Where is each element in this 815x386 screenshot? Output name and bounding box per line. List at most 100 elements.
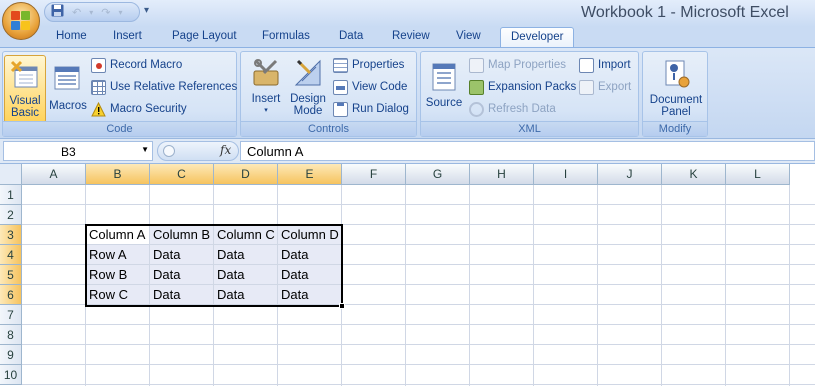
source-button[interactable]: Source — [424, 55, 464, 109]
row-header-1[interactable]: 1 — [0, 185, 22, 205]
gridline — [725, 185, 726, 386]
run-dialog-label: Run Dialog — [352, 103, 409, 115]
redo-dropdown-icon[interactable]: ▾ — [118, 8, 122, 17]
column-header-l[interactable]: L — [726, 164, 790, 185]
row-header-3[interactable]: 3 — [0, 225, 22, 245]
tab-insert[interactable]: Insert — [113, 30, 142, 48]
gridline — [469, 185, 470, 386]
column-header-d[interactable]: D — [214, 164, 278, 185]
expand-handle-icon[interactable] — [163, 145, 175, 157]
map-properties-button[interactable]: Map Properties — [469, 56, 566, 74]
row-header-5[interactable]: 5 — [0, 265, 22, 285]
row-header-10[interactable]: 10 — [0, 365, 22, 385]
use-relative-references-label: Use Relative References — [110, 81, 238, 93]
formula-controls: fx — [157, 141, 239, 161]
column-header-a[interactable]: A — [22, 164, 86, 185]
gridline — [22, 324, 815, 325]
redo-icon[interactable]: ↷ — [101, 6, 110, 19]
gridline — [661, 185, 662, 386]
expansion-packs-button[interactable]: Expansion Packs — [469, 78, 576, 96]
gridline — [597, 185, 598, 386]
tab-view[interactable]: View — [456, 30, 481, 48]
tab-data[interactable]: Data — [339, 30, 363, 48]
gridline — [22, 344, 815, 345]
undo-dropdown-icon[interactable]: ▾ — [89, 8, 93, 17]
column-header-g[interactable]: G — [406, 164, 470, 185]
row-header-8[interactable]: 8 — [0, 325, 22, 345]
export-label: Export — [598, 81, 632, 93]
column-header-c[interactable]: C — [150, 164, 214, 185]
save-icon[interactable] — [51, 4, 64, 20]
chevron-down-icon[interactable]: ▼ — [141, 145, 149, 154]
gridline — [533, 185, 534, 386]
tab-developer[interactable]: Developer — [500, 27, 575, 49]
macro-security-button[interactable]: Macro Security — [91, 100, 187, 118]
visual-basic-button[interactable]: Visual Basic — [4, 55, 46, 123]
tab-formulas[interactable]: Formulas — [262, 30, 310, 48]
macros-button[interactable]: Macros — [47, 55, 89, 112]
tab-page-layout[interactable]: Page Layout — [172, 30, 237, 48]
row-header-7[interactable]: 7 — [0, 305, 22, 325]
use-relative-references-button[interactable]: Use Relative References — [91, 78, 237, 96]
visual-basic-icon — [9, 59, 41, 91]
view-code-label: View Code — [352, 81, 408, 93]
row-header-2[interactable]: 2 — [0, 205, 22, 225]
code-group-label: Code — [3, 121, 236, 136]
column-header-b[interactable]: B — [86, 164, 150, 185]
modify-group: Document Panel Modify — [642, 51, 708, 137]
expansion-packs-label: Expansion Packs — [488, 81, 577, 93]
office-button[interactable] — [2, 2, 40, 40]
tab-review[interactable]: Review — [392, 30, 430, 48]
properties-button[interactable]: Properties — [333, 56, 404, 74]
controls-group: Insert ▾ Design Mode Properties View Cod… — [240, 51, 417, 137]
record-macro-button[interactable]: Record Macro — [91, 56, 182, 74]
undo-icon[interactable]: ↶ — [72, 6, 81, 19]
formula-bar: B3 ▼ fx Column A — [0, 139, 815, 164]
export-button[interactable]: Export — [579, 78, 631, 96]
column-header-f[interactable]: F — [342, 164, 406, 185]
import-button[interactable]: Import — [579, 56, 631, 74]
warning-icon — [91, 101, 106, 117]
office-logo-icon — [11, 11, 31, 31]
worksheet-grid[interactable]: A B C D E F G H I J K L 1 2 3 4 5 6 7 8 9 10 Column A Column BC… — [0, 164, 815, 386]
name-box[interactable]: B3 ▼ — [3, 141, 153, 161]
record-macro-label: Record Macro — [110, 59, 183, 71]
column-header-k[interactable]: K — [662, 164, 726, 185]
customize-qat-icon[interactable]: ▾ — [144, 5, 149, 16]
refresh-data-button[interactable]: Refresh Data — [469, 100, 556, 118]
tab-home[interactable]: Home — [56, 30, 87, 48]
ribbon: Visual Basic Macros Record Macro Use Rel… — [0, 47, 815, 139]
insert-control-button[interactable]: Insert ▾ — [245, 55, 287, 117]
quick-access-toolbar: ↶ ▾ ↷ ▾ — [44, 2, 140, 22]
design-mode-button[interactable]: Design Mode — [288, 55, 328, 117]
row-header-6[interactable]: 6 — [0, 285, 22, 305]
formula-input[interactable]: Column A — [240, 141, 815, 161]
design-mode-icon — [292, 57, 324, 89]
column-header-i[interactable]: I — [534, 164, 598, 185]
selection-border — [85, 224, 343, 307]
column-header-j[interactable]: J — [598, 164, 662, 185]
column-header-e[interactable]: E — [278, 164, 342, 185]
xml-source-icon — [428, 61, 460, 93]
properties-icon — [333, 57, 348, 73]
row-header-9[interactable]: 9 — [0, 345, 22, 365]
relative-references-icon — [91, 79, 106, 95]
name-box-value: B3 — [61, 145, 76, 159]
map-properties-icon — [469, 57, 484, 73]
xml-group-label: XML — [421, 121, 638, 136]
title-bar: ↶ ▾ ↷ ▾ ▾ Workbook 1 - Microsoft Excel — [0, 0, 815, 27]
refresh-icon — [469, 101, 484, 117]
import-icon — [579, 57, 594, 73]
fill-handle[interactable] — [339, 303, 345, 309]
row-header-4[interactable]: 4 — [0, 245, 22, 265]
view-code-button[interactable]: View Code — [333, 78, 407, 96]
macro-security-label: Macro Security — [110, 103, 187, 115]
select-all-button[interactable] — [0, 164, 22, 185]
controls-group-label: Controls — [241, 121, 416, 136]
run-dialog-button[interactable]: Run Dialog — [333, 100, 409, 118]
document-panel-button[interactable]: Document Panel — [645, 55, 707, 118]
column-header-h[interactable]: H — [470, 164, 534, 185]
toolbox-icon — [250, 57, 282, 89]
insert-function-button[interactable]: fx — [220, 143, 231, 157]
chevron-down-icon: ▾ — [264, 107, 268, 114]
